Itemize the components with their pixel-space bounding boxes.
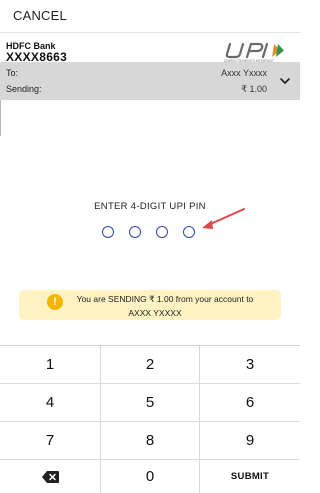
- key-3[interactable]: 3: [200, 346, 300, 383]
- pin-digit-2[interactable]: [129, 226, 141, 238]
- sending-amount: ₹ 1.00: [241, 84, 267, 94]
- confirmation-banner: ! You are SENDING ₹ 1.00 from your accou…: [19, 290, 281, 320]
- account-row: HDFC Bank XXXX8663 UNIFIED PAYMENTS INTE…: [0, 32, 300, 64]
- upi-logo: UNIFIED PAYMENTS INTERFACE: [224, 42, 284, 63]
- payment-details: To: Axxx Yxxxx Sending: ₹ 1.00: [0, 62, 300, 100]
- divider: [0, 100, 1, 136]
- key-5[interactable]: 5: [100, 384, 200, 421]
- key-9[interactable]: 9: [200, 422, 300, 459]
- top-bar: CANCEL: [0, 0, 300, 32]
- backspace-button[interactable]: [0, 460, 100, 493]
- banner-message: You are SENDING ₹ 1.00 from your account…: [76, 294, 254, 304]
- key-1[interactable]: 1: [0, 346, 100, 383]
- numeric-keypad: 1 2 3 4 5 6 7 8 9 0 SUBMIT: [0, 345, 300, 493]
- banner-payee: AXXX YXXXX: [128, 308, 182, 318]
- pin-input[interactable]: [102, 226, 198, 240]
- backspace-icon: [41, 470, 59, 483]
- pin-digit-4[interactable]: [183, 226, 195, 238]
- pin-digit-1[interactable]: [102, 226, 114, 238]
- key-8[interactable]: 8: [100, 422, 200, 459]
- key-4[interactable]: 4: [0, 384, 100, 421]
- cancel-button[interactable]: CANCEL: [13, 8, 67, 23]
- sending-label: Sending:: [6, 84, 42, 94]
- pin-title: ENTER 4-DIGIT UPI PIN: [94, 201, 206, 212]
- submit-button[interactable]: SUBMIT: [200, 460, 300, 493]
- annotation-arrow: [202, 208, 245, 229]
- key-7[interactable]: 7: [0, 422, 100, 459]
- payee-name: Axxx Yxxxx: [221, 68, 267, 78]
- key-0[interactable]: 0: [100, 460, 200, 493]
- key-2[interactable]: 2: [100, 346, 200, 383]
- chevron-down-icon[interactable]: [278, 74, 292, 88]
- to-label: To:: [6, 68, 19, 78]
- pin-digit-3[interactable]: [156, 226, 168, 238]
- key-6[interactable]: 6: [200, 384, 300, 421]
